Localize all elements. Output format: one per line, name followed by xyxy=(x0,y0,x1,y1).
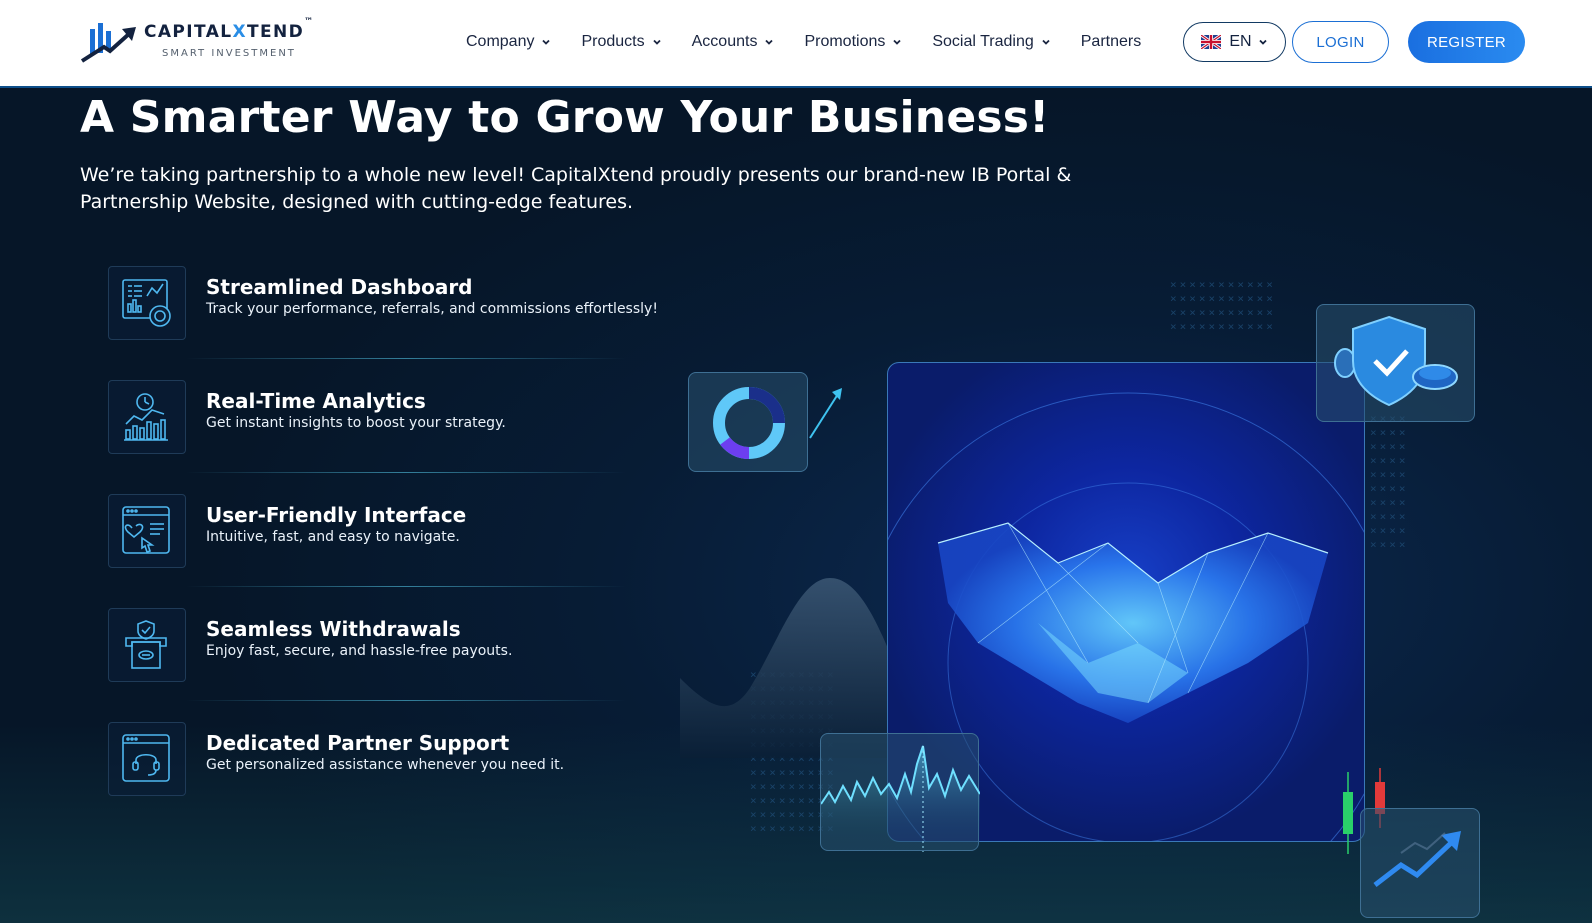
login-button[interactable]: LOGIN xyxy=(1292,21,1389,63)
withdrawal-icon xyxy=(125,620,167,669)
hero-title: A Smarter Way to Grow Your Business! xyxy=(80,92,1050,143)
feature-title: Streamlined Dashboard xyxy=(206,275,473,299)
feature-title: User-Friendly Interface xyxy=(206,503,467,527)
feature-description: Track your performance, referrals, and c… xyxy=(206,301,658,317)
interface-icon xyxy=(122,506,170,554)
feature-description: Intuitive, fast, and easy to navigate. xyxy=(206,529,460,545)
hero-subtitle: We’re taking partnership to a whole new … xyxy=(80,164,1072,213)
feature-title: Seamless Withdrawals xyxy=(206,617,461,641)
growth-card xyxy=(1360,808,1480,918)
feature-icon-box xyxy=(108,380,186,454)
feature-description: Get instant insights to boost your strat… xyxy=(206,415,506,431)
brand-logo[interactable]: CAPITALXTEND™ SMART INVESTMENT xyxy=(80,17,330,67)
chevron-down-icon xyxy=(542,39,551,45)
chevron-down-icon xyxy=(765,39,774,45)
nav-item-partners[interactable]: Partners xyxy=(1081,33,1141,51)
language-label: EN xyxy=(1229,33,1252,50)
dot-pattern: ×××× ×××× ×××× ×××× ×××× ×××× ×××× ×××× … xyxy=(1370,412,1409,551)
support-icon xyxy=(122,734,170,782)
feature-divider xyxy=(186,700,626,701)
trend-arrow-icon xyxy=(809,388,842,439)
dot-pattern: ××××××××××× ××××××××××× ××××××××××× ××××… xyxy=(1170,278,1276,333)
nav-item-products[interactable]: Products xyxy=(581,33,661,51)
growth-arrow-icon xyxy=(1373,831,1461,887)
feature-item: Seamless Withdrawals Enjoy fast, secure,… xyxy=(108,608,648,684)
donut-chart-icon xyxy=(713,387,785,459)
feature-title: Real-Time Analytics xyxy=(206,389,426,413)
partnership-illustration: ××××××××××× ××××××××××× ××××××××××× ××××… xyxy=(680,278,1580,923)
brand-name: CAPITALXTEND™ xyxy=(144,17,315,42)
brand-tagline: SMART INVESTMENT xyxy=(162,48,296,59)
nav-label: Products xyxy=(581,33,645,50)
nav-label: Partners xyxy=(1080,33,1142,50)
dashboard-icon xyxy=(122,279,171,327)
shield-check-icon xyxy=(1334,315,1458,407)
wave-chart-icon xyxy=(820,745,981,852)
register-button[interactable]: REGISTER xyxy=(1408,21,1525,63)
wave-chart-card xyxy=(820,733,981,852)
feature-icon-box xyxy=(108,266,186,340)
feature-divider xyxy=(186,586,626,587)
nav-label: Promotions xyxy=(804,33,886,50)
feature-item: Dedicated Partner Support Get personaliz… xyxy=(108,722,648,798)
nav-item-promotions[interactable]: Promotions xyxy=(804,33,902,51)
feature-description: Enjoy fast, secure, and hassle-free payo… xyxy=(206,643,513,659)
feature-icon-box xyxy=(108,494,186,568)
nav-item-social-trading[interactable]: Social Trading xyxy=(932,33,1050,51)
feature-icon-box xyxy=(108,722,186,796)
feature-item: Real-Time Analytics Get instant insights… xyxy=(108,380,648,456)
feature-item: User-Friendly Interface Intuitive, fast,… xyxy=(108,494,648,570)
hero-section: A Smarter Way to Grow Your Business! We’… xyxy=(0,88,1592,923)
chevron-down-icon xyxy=(893,39,901,45)
wave-graphic xyxy=(680,578,900,758)
feature-divider xyxy=(186,472,626,473)
chevron-down-icon xyxy=(1042,39,1050,45)
feature-icon-box xyxy=(108,608,186,682)
nav-label: Company xyxy=(466,33,535,50)
feature-title: Dedicated Partner Support xyxy=(206,731,510,755)
main-nav: Company Products Accounts Promotions Soc… xyxy=(466,30,1141,54)
nav-item-company[interactable]: Company xyxy=(466,33,551,51)
analytics-icon xyxy=(124,393,168,441)
security-card xyxy=(1316,304,1475,422)
uk-flag-icon xyxy=(1201,35,1222,49)
feature-item: Streamlined Dashboard Track your perform… xyxy=(108,266,658,342)
feature-divider xyxy=(186,358,626,359)
feature-description: Get personalized assistance whenever you… xyxy=(206,757,565,773)
site-header: CAPITALXTEND™ SMART INVESTMENT Company P… xyxy=(0,0,1592,88)
chevron-down-icon xyxy=(1258,39,1267,45)
nav-label: Social Trading xyxy=(932,33,1034,50)
nav-label: Accounts xyxy=(691,33,758,50)
language-selector[interactable]: EN xyxy=(1183,22,1286,62)
chevron-down-icon xyxy=(652,39,661,45)
logo-mark-icon xyxy=(80,23,136,63)
nav-item-accounts[interactable]: Accounts xyxy=(692,33,775,51)
donut-card xyxy=(688,372,808,472)
